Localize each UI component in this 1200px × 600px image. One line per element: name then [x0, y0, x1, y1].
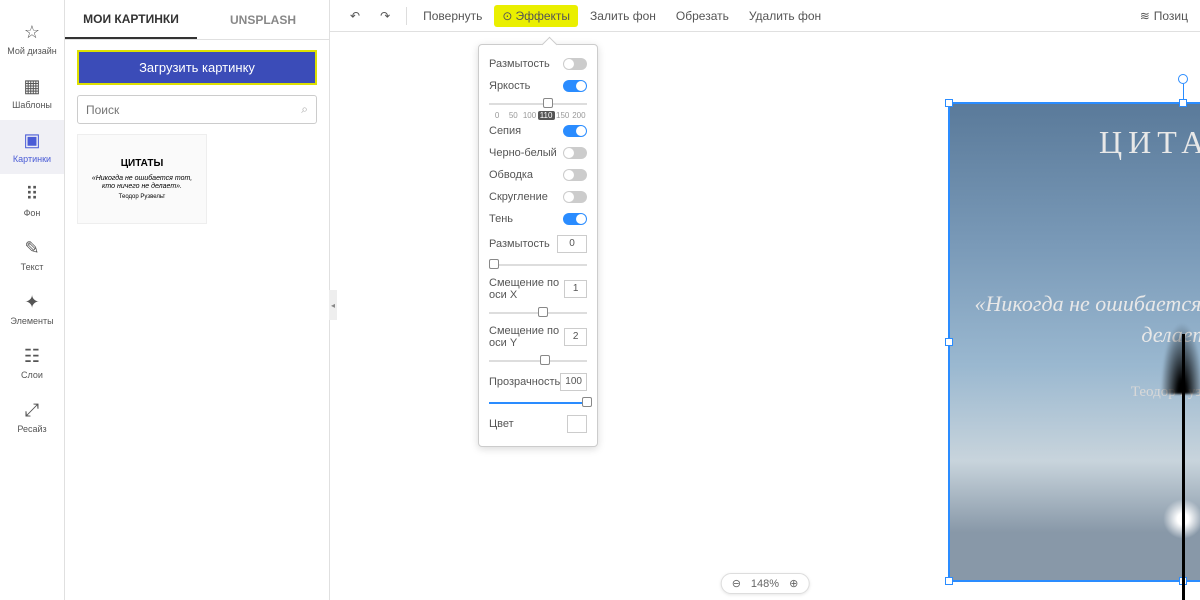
fill-bg-button[interactable]: Залить фон — [582, 5, 664, 27]
remove-bg-button[interactable]: Удалить фон — [741, 5, 829, 27]
brightness-ticks: 050100 110 150200 — [489, 111, 587, 120]
rotate-button[interactable]: Повернуть — [415, 5, 490, 27]
sidebar-item-resize[interactable]: ⤢Ресайз — [0, 390, 64, 444]
opacity-slider[interactable] — [489, 402, 587, 404]
resize-handle-tm[interactable] — [1179, 99, 1187, 107]
thumb-title: ЦИТАТЫ — [121, 158, 164, 169]
layers-icon: ≋ — [1140, 9, 1150, 23]
shadow-blur-slider[interactable] — [489, 264, 587, 266]
sidebar-item-text[interactable]: ✎Текст — [0, 228, 64, 282]
effects-button[interactable]: ⊙Эффекты — [494, 5, 578, 27]
rotate-line — [1183, 84, 1184, 100]
shadow-label: Тень — [489, 213, 513, 225]
zoom-control: ⊖ 148% ⊕ — [721, 573, 810, 594]
expand-icon: ⤢ — [25, 400, 39, 421]
resize-handle-tl[interactable] — [945, 99, 953, 107]
effects-icon: ⊙ — [502, 9, 512, 23]
star-icon: ☆ — [24, 22, 40, 43]
dots-icon: ⠿ — [25, 184, 38, 205]
sidebar-item-layers[interactable]: ☷Слои — [0, 336, 64, 390]
layers-icon: ☷ — [24, 346, 40, 367]
bw-toggle[interactable] — [563, 147, 587, 159]
offset-y-slider[interactable] — [489, 360, 587, 362]
shadow-blur-input[interactable]: 0 — [557, 235, 587, 253]
shadow-blur-label: Размытость — [489, 238, 550, 250]
sidebar-item-elements[interactable]: ✦Элементы — [0, 282, 64, 336]
separator — [406, 7, 407, 25]
search-icon: ⌕ — [301, 102, 308, 117]
tab-myimages[interactable]: МОИ КАРТИНКИ — [65, 0, 197, 39]
brightness-value: 110 — [538, 111, 555, 120]
sidebar-item-templates[interactable]: ▦Шаблоны — [0, 66, 64, 120]
rounding-toggle[interactable] — [563, 191, 587, 203]
zoom-level: 148% — [751, 578, 779, 590]
search-input[interactable] — [86, 103, 301, 117]
zoom-in-button[interactable]: ⊕ — [789, 577, 798, 590]
collapse-panel-button[interactable]: ◂ — [329, 290, 337, 320]
opacity-label: Прозрачность — [489, 376, 560, 388]
sidebar-item-images[interactable]: ▣Картинки — [0, 120, 64, 174]
shapes-icon: ✦ — [24, 292, 39, 313]
thumb-quote: «Никогда не ошибается тот, кто ничего не… — [86, 175, 198, 192]
brightness-toggle[interactable] — [563, 80, 587, 92]
sidebar-item-background[interactable]: ⠿Фон — [0, 174, 64, 228]
opacity-input[interactable]: 100 — [560, 373, 587, 391]
left-sidebar: ☆Мой дизайн ▦Шаблоны ▣Картинки ⠿Фон ✎Тек… — [0, 0, 65, 600]
crop-button[interactable]: Обрезать — [668, 5, 737, 27]
thumb-author: Теодор Рузвельт — [119, 194, 166, 200]
upload-image-button[interactable]: Загрузить картинку — [77, 50, 317, 85]
undo-button[interactable]: ↶ — [342, 5, 368, 27]
wheat-decoration — [1182, 334, 1185, 600]
offset-x-label: Смещение по оси X — [489, 277, 564, 301]
images-panel: МОИ КАРТИНКИ UNSPLASH Загрузить картинку… — [65, 0, 330, 600]
rotate-handle[interactable] — [1178, 74, 1188, 84]
bw-label: Черно-белый — [489, 147, 557, 159]
top-toolbar: ↶ ↷ Повернуть ⊙Эффекты Залить фон Обреза… — [330, 0, 1200, 32]
zoom-out-button[interactable]: ⊖ — [732, 577, 741, 590]
stroke-toggle[interactable] — [563, 169, 587, 181]
text-icon: ✎ — [24, 238, 39, 259]
grid-icon: ▦ — [23, 76, 40, 97]
stroke-label: Обводка — [489, 169, 533, 181]
rounding-label: Скругление — [489, 191, 548, 203]
canvas-area[interactable]: ЦИТАТЫ «Никогда не ошибается тот, кто ни… — [330, 32, 1200, 600]
shadow-toggle[interactable] — [563, 213, 587, 225]
main-area: ↶ ↷ Повернуть ⊙Эффекты Залить фон Обреза… — [330, 0, 1200, 600]
brightness-slider[interactable] — [489, 103, 587, 105]
blur-label: Размытость — [489, 58, 550, 70]
selected-image[interactable]: ЦИТАТЫ «Никогда не ошибается тот, кто ни… — [948, 102, 1200, 582]
sepia-label: Сепия — [489, 125, 521, 137]
color-swatch[interactable] — [567, 415, 587, 433]
offset-x-input[interactable]: 1 — [564, 280, 587, 298]
redo-button[interactable]: ↷ — [372, 5, 398, 27]
canvas-title: ЦИТАТЫ — [950, 124, 1200, 161]
image-thumbnail[interactable]: ЦИТАТЫ «Никогда не ошибается тот, кто ни… — [77, 134, 207, 224]
sidebar-item-mydesign[interactable]: ☆Мой дизайн — [0, 12, 64, 66]
sepia-toggle[interactable] — [563, 125, 587, 137]
image-icon: ▣ — [23, 130, 40, 151]
brightness-label: Яркость — [489, 80, 530, 92]
blur-toggle[interactable] — [563, 58, 587, 70]
tab-unsplash[interactable]: UNSPLASH — [197, 0, 329, 39]
offset-x-slider[interactable] — [489, 312, 587, 314]
undo-icon: ↶ — [350, 9, 360, 23]
effects-dropdown: Размытость Яркость 050100 110 150200 Сеп… — [478, 44, 598, 447]
color-label: Цвет — [489, 418, 514, 430]
offset-y-input[interactable]: 2 — [564, 328, 587, 346]
search-input-wrapper[interactable]: ⌕ — [77, 95, 317, 124]
offset-y-label: Смещение по оси Y — [489, 325, 564, 349]
redo-icon: ↷ — [380, 9, 390, 23]
position-button[interactable]: ≋Позиц — [1140, 9, 1188, 23]
resize-handle-bl[interactable] — [945, 577, 953, 585]
